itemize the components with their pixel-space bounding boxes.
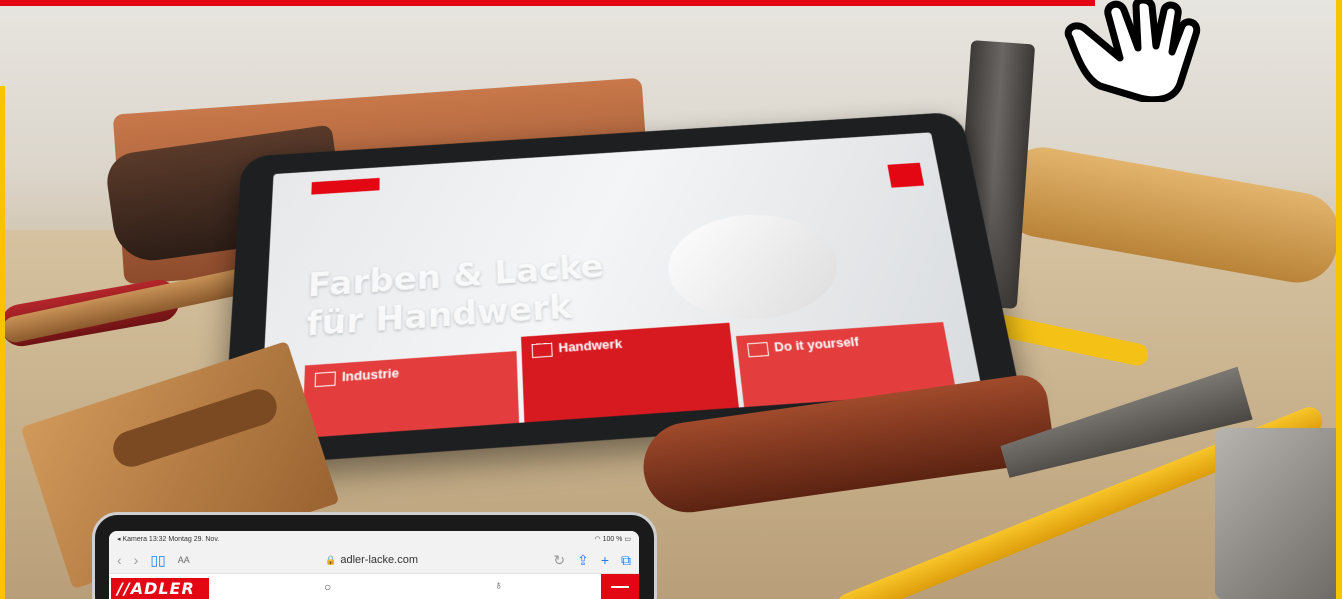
menu-icon[interactable] (601, 574, 639, 599)
reload-icon[interactable]: ↻ (553, 552, 565, 569)
spray-gun-image (663, 209, 845, 325)
tablet-menu-button (887, 162, 925, 188)
metal-clamp (1215, 428, 1342, 599)
wifi-icon: ◠ (594, 536, 601, 543)
plus-icon[interactable]: + (601, 552, 609, 568)
adler-logo[interactable]: //ADLER (111, 578, 209, 599)
industry-icon (314, 371, 336, 387)
tile-title: Handwerk (558, 335, 623, 356)
reader-aa-button[interactable]: AA (178, 555, 190, 565)
forward-button[interactable]: › (134, 552, 139, 568)
safari-toolbar: ‹ › ▯▯ AA 🔒 adler-lacke.com ↻ ⇪ + ⧉ (109, 547, 639, 573)
roller-icon (746, 341, 770, 357)
url-text: adler-lacke.com (340, 554, 418, 566)
tablet-headline: Farben & Lacke für Handwerk (306, 248, 608, 345)
back-button[interactable]: ‹ (117, 552, 122, 568)
tabs-icon[interactable]: ⧉ (621, 552, 631, 569)
yellow-border-left (0, 86, 5, 599)
tablet-screen: Farben & Lacke für Handwerk Industrie Ha… (259, 132, 983, 441)
share-icon[interactable]: ⇪ (577, 552, 589, 569)
workshop-photo: Farben & Lacke für Handwerk Industrie Ha… (0, 0, 1342, 599)
lock-icon: 🔒 (325, 554, 337, 565)
red-accent-bar (0, 0, 1095, 6)
address-bar[interactable]: 🔒 adler-lacke.com (202, 554, 542, 566)
status-right: ◠ 100 % ▭ (595, 535, 632, 543)
tile-industrie: Industrie (302, 351, 520, 438)
battery-icon: ▭ (624, 536, 631, 543)
ipad-screen: ◂ Kamera 13:32 Montag 29. Nov. ◠ 100 % ▭… (109, 531, 639, 599)
tile-title: Industrie (341, 365, 400, 385)
tile-title: Do it yourself (773, 333, 860, 355)
yellow-border-right (1336, 0, 1342, 599)
ios-status-bar: ◂ Kamera 13:32 Montag 29. Nov. ◠ 100 % ▭ (109, 531, 639, 547)
status-time: 13:32 (148, 536, 167, 543)
search-icon[interactable]: ○ (324, 580, 331, 594)
adler-site-header: //ADLER ○ ♁ (109, 573, 639, 599)
tablet-logo (311, 177, 380, 195)
brush-icon (531, 342, 553, 358)
user-icon[interactable]: ♁ (494, 578, 503, 592)
ipad-device: ◂ Kamera 13:32 Montag 29. Nov. ◠ 100 % ▭… (92, 512, 657, 599)
status-left: ◂ Kamera 13:32 Montag 29. Nov. (117, 535, 219, 543)
back-to-app-link[interactable]: ◂ Kamera (117, 536, 147, 543)
hand-pointer-icon (1064, 0, 1201, 102)
tile-handwerk: Handwerk (521, 322, 739, 423)
book-icon[interactable]: ▯▯ (150, 552, 165, 569)
status-date: Montag 29. Nov. (168, 536, 220, 543)
battery-percentage: 100 % (602, 536, 623, 543)
